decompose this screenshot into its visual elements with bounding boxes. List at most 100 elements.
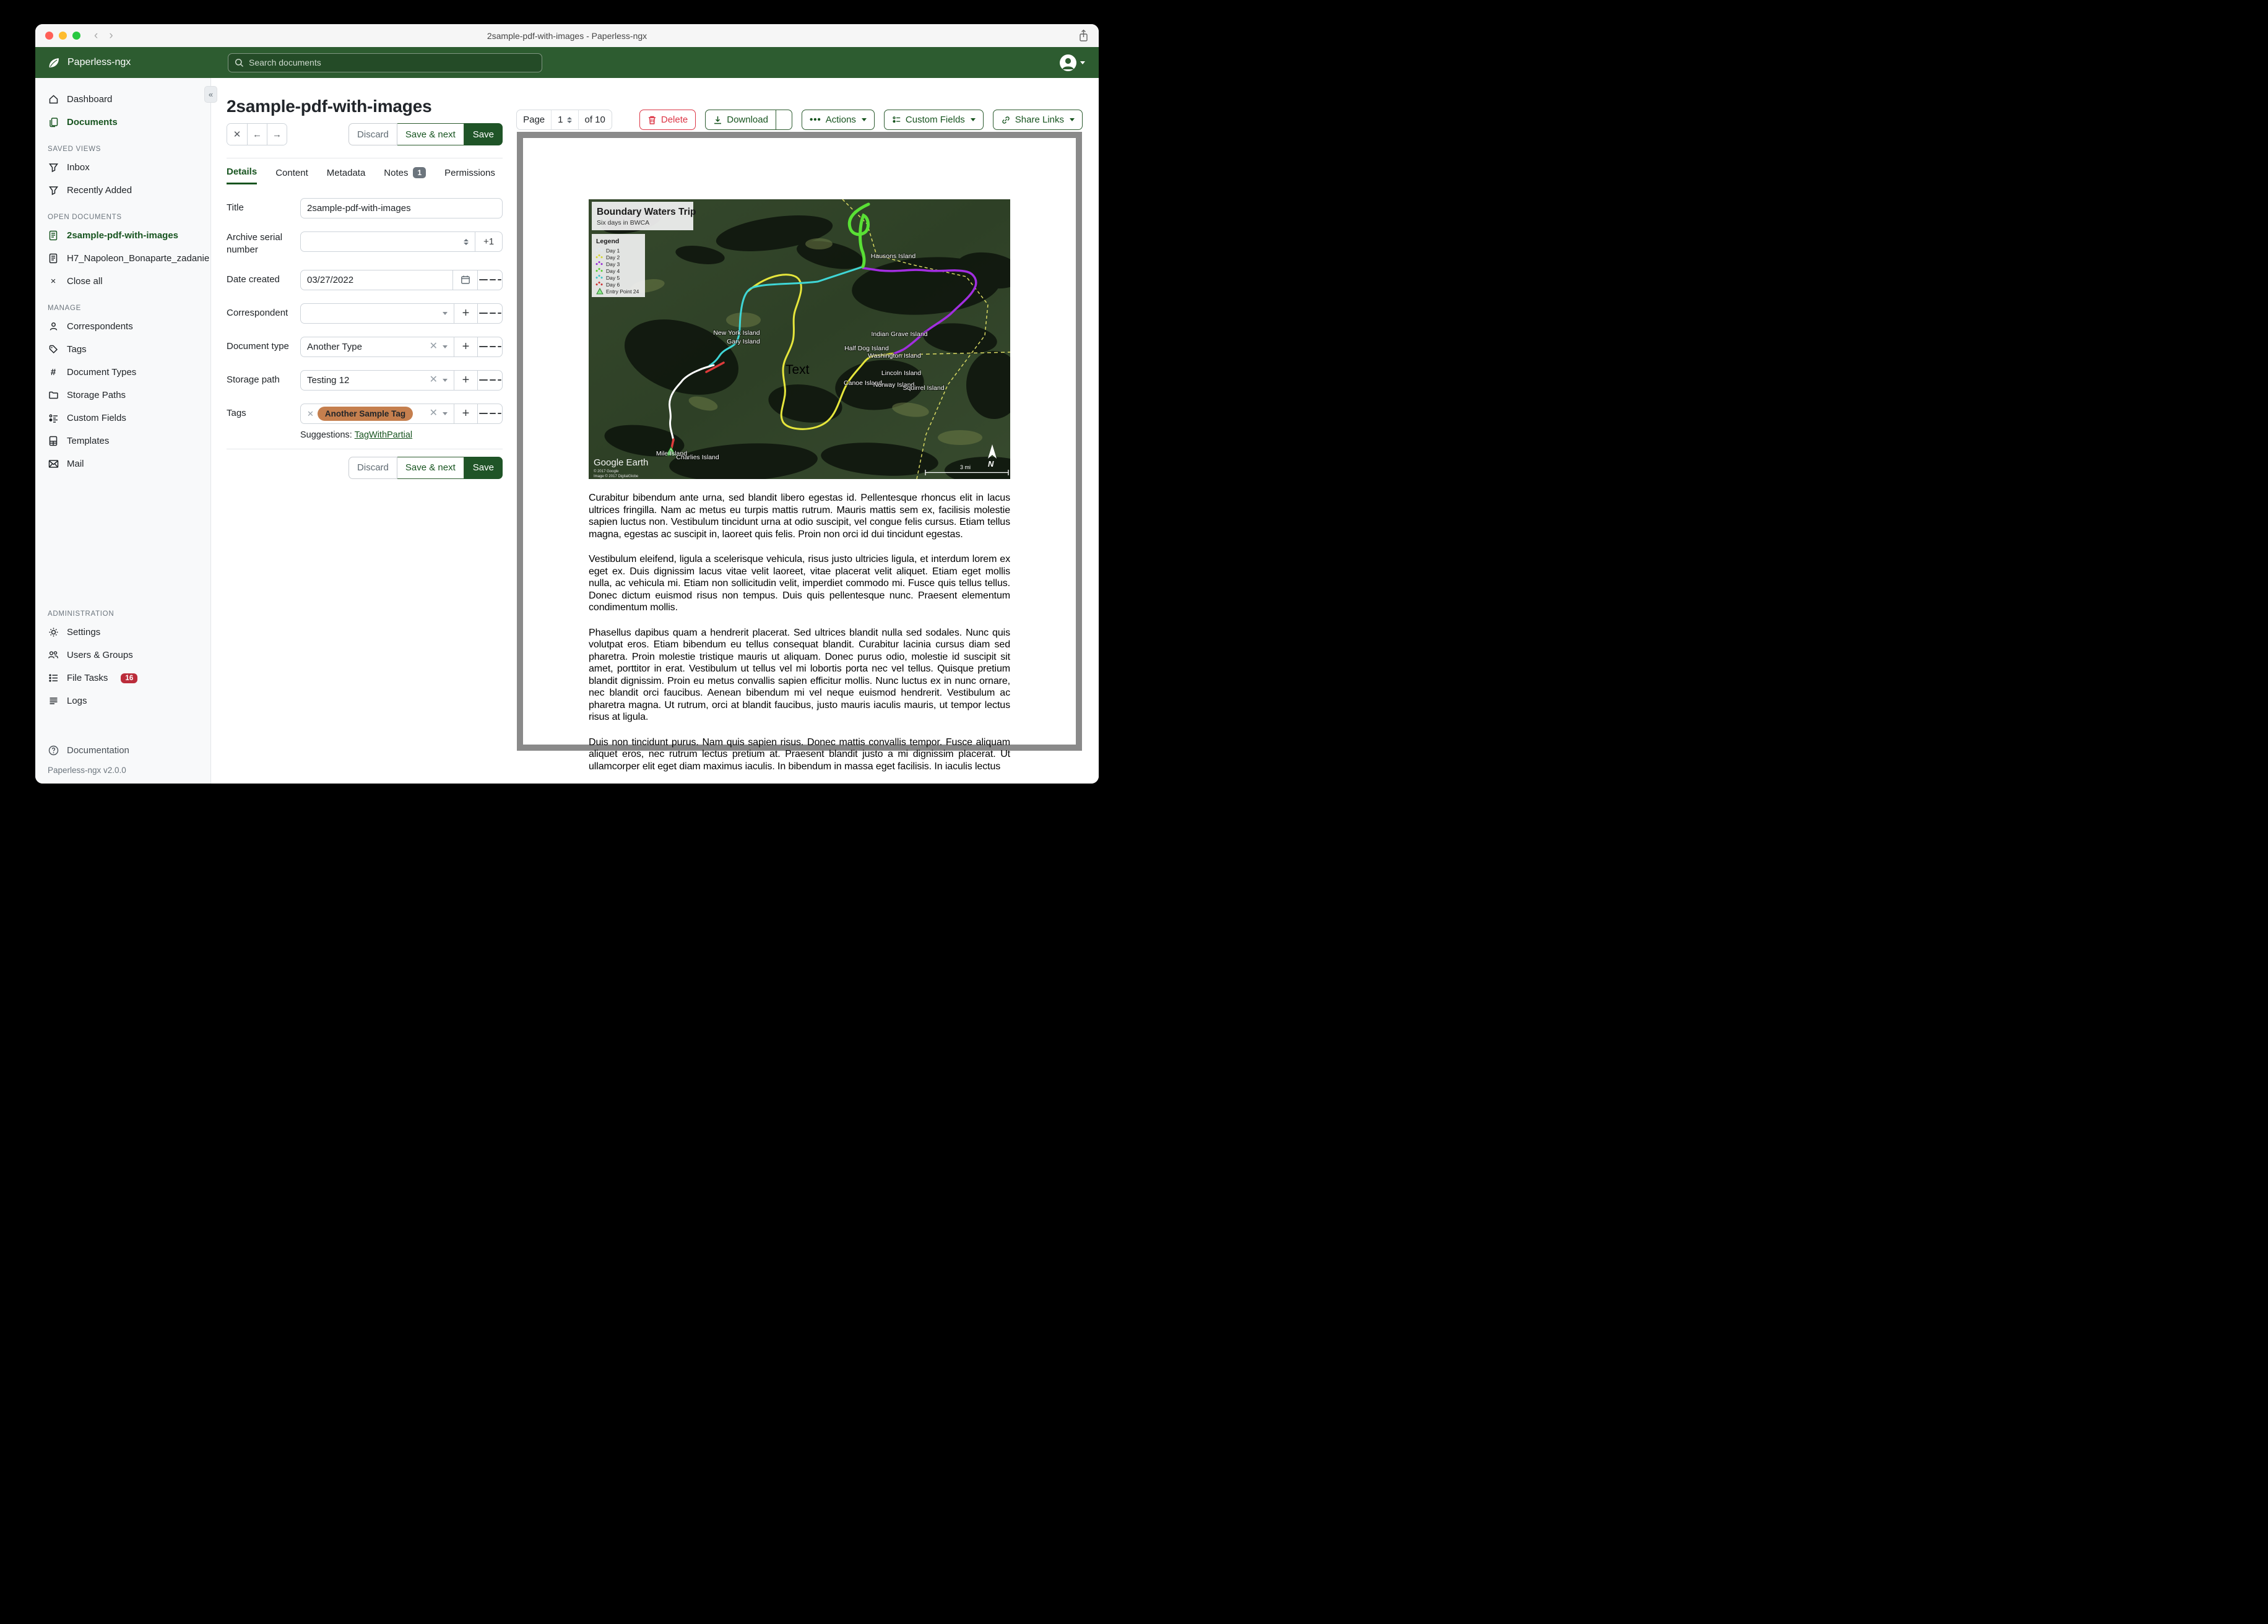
add-document-type-button[interactable]: + [454, 337, 477, 356]
save-group-top: Discard Save & next Save [348, 123, 503, 145]
page-number-stepper[interactable]: 1 [551, 110, 579, 129]
sidebar-item-documentation[interactable]: Documentation [35, 739, 210, 762]
add-storage-path-button[interactable]: + [454, 370, 477, 390]
filter-by-date-button[interactable] [477, 270, 502, 290]
stepper-arrows-icon[interactable] [464, 238, 469, 245]
sidebar-item-file-tasks[interactable]: File Tasks 16 [35, 667, 210, 689]
filter-by-correspondent-button[interactable] [477, 303, 502, 323]
sidebar-close-all[interactable]: × Close all [35, 270, 210, 293]
title-field[interactable] [307, 203, 496, 214]
close-document-button[interactable]: ✕ [227, 124, 247, 145]
share-links-button[interactable]: Share Links [992, 110, 1083, 130]
discard-button[interactable]: Discard [348, 123, 397, 145]
previous-document-button[interactable]: ← [247, 124, 267, 145]
sidebar-item-custom-fields[interactable]: Custom Fields [35, 407, 210, 430]
sidebar-item-storage-paths[interactable]: Storage Paths [35, 384, 210, 407]
page-label: Page [523, 114, 545, 125]
tags-select[interactable]: ✕ Another Sample Tag ✕ [301, 404, 454, 423]
download-menu-button[interactable] [776, 110, 792, 130]
minimize-window-button[interactable] [59, 32, 67, 40]
add-tag-button[interactable]: + [454, 404, 477, 423]
section-saved-views: SAVED VIEWS [48, 145, 102, 153]
paragraph: Vestibulum eleifend, ligula a scelerisqu… [589, 554, 1010, 613]
search-input[interactable]: Search documents [228, 53, 542, 72]
sidebar-item-document-types[interactable]: # Document Types [35, 361, 210, 384]
form-row-document-type: Document type Another Type ✕ + [227, 336, 503, 357]
download-icon [714, 116, 722, 124]
save-next-button[interactable]: Save & next [397, 123, 464, 145]
save-next-button-bottom[interactable]: Save & next [397, 456, 464, 479]
save-button[interactable]: Save [464, 123, 503, 145]
browser-window: ‹ › 2sample-pdf-with-images - Paperless-… [35, 24, 1099, 784]
forward-icon[interactable]: › [109, 30, 113, 41]
sidebar-item-recently-added[interactable]: Recently Added [35, 179, 210, 202]
sidebar-collapse-button[interactable]: « [204, 86, 217, 103]
asn-plus-one-button[interactable]: +1 [475, 232, 502, 251]
sidebar-item-correspondents[interactable]: Correspondents [35, 315, 210, 338]
filter-by-storage-path-button[interactable] [477, 370, 502, 390]
island-label: Lincoln Island [881, 369, 921, 377]
tab-notes[interactable]: Notes 1 [384, 166, 426, 184]
discard-button-bottom[interactable]: Discard [348, 456, 397, 479]
svg-text:N: N [988, 459, 994, 469]
sidebar-open-doc-h7-napoleon[interactable]: H7_Napoleon_Bonaparte_zadanie [35, 247, 210, 270]
map-title-box: Boundary Waters Trip Six days in BWCA [592, 202, 696, 230]
clear-icon[interactable]: ✕ [430, 375, 438, 385]
sidebar-item-inbox[interactable]: Inbox [35, 156, 210, 179]
back-icon[interactable]: ‹ [94, 30, 98, 41]
paragraph: Duis non tincidunt purus. Nam quis sapie… [589, 736, 1010, 772]
sidebar-item-dashboard[interactable]: Dashboard [35, 88, 210, 111]
filter-by-document-type-button[interactable] [477, 337, 502, 356]
storage-path-select[interactable]: Testing 12 ✕ [301, 371, 454, 390]
sidebar-item-users-groups[interactable]: Users & Groups [35, 644, 210, 667]
sidebar-item-settings[interactable]: Settings [35, 621, 210, 644]
sidebar-item-logs[interactable]: Logs [35, 689, 210, 712]
tag-suggestions: Suggestions: TagWithPartial [300, 430, 413, 440]
custom-fields-icon [893, 116, 901, 123]
document-type-select[interactable]: Another Type ✕ [301, 337, 454, 356]
users-icon [48, 650, 59, 661]
tab-permissions[interactable]: Permissions [444, 166, 495, 184]
stepper-arrows-icon[interactable] [566, 116, 572, 123]
user-menu[interactable] [1059, 54, 1085, 72]
add-correspondent-button[interactable]: + [454, 303, 477, 323]
clear-icon[interactable]: ✕ [430, 342, 438, 352]
app-logo[interactable]: Paperless-ngx [35, 56, 211, 69]
save-button-bottom[interactable]: Save [464, 456, 503, 479]
download-button[interactable]: Download [705, 110, 776, 130]
correspondent-select[interactable] [301, 304, 454, 323]
tag-chip[interactable]: Another Sample Tag [317, 406, 413, 421]
delete-button[interactable]: Delete [639, 110, 696, 130]
titlebar: ‹ › 2sample-pdf-with-images - Paperless-… [35, 24, 1099, 47]
calendar-button[interactable] [452, 270, 477, 290]
next-document-button[interactable]: → [267, 124, 287, 145]
custom-fields-button[interactable]: Custom Fields [883, 110, 984, 130]
island-label: Gary Island [727, 338, 760, 345]
remove-tag-icon[interactable]: ✕ [307, 410, 314, 418]
sidebar-item-documents[interactable]: Documents [35, 111, 210, 134]
section-manage: MANAGE [48, 304, 82, 312]
tab-details[interactable]: Details [227, 166, 258, 184]
share-icon[interactable] [1078, 29, 1089, 45]
document-toolbar: Page 1 of 10 Delete Download ••• Actions… [516, 110, 1083, 130]
custom-fields-icon [48, 413, 59, 424]
filter-icon [48, 185, 59, 196]
sidebar-item-tags[interactable]: Tags [35, 338, 210, 361]
form-row-date-created: Date created [227, 269, 503, 290]
filter-by-tag-button[interactable] [477, 404, 502, 423]
sidebar-open-doc-2sample[interactable]: 2sample-pdf-with-images [35, 224, 210, 247]
suggestion-link[interactable]: TagWithPartial [355, 430, 412, 440]
archive-serial-number-field[interactable] [307, 236, 460, 247]
actions-button[interactable]: ••• Actions [801, 110, 875, 130]
sidebar-item-mail[interactable]: Mail [35, 452, 210, 475]
clear-icon[interactable]: ✕ [430, 408, 438, 418]
zoom-window-button[interactable] [72, 32, 80, 40]
form-row-tags: Tags ✕ Another Sample Tag ✕ + [227, 403, 503, 424]
paragraph: Phasellus dapibus quam a hendrerit place… [589, 627, 1010, 723]
close-window-button[interactable] [45, 32, 53, 40]
tab-metadata[interactable]: Metadata [327, 166, 366, 184]
scale-label: 3 mi [960, 464, 971, 470]
sidebar-item-templates[interactable]: Templates [35, 430, 210, 452]
date-created-field[interactable] [307, 274, 446, 285]
tab-content[interactable]: Content [275, 166, 308, 184]
